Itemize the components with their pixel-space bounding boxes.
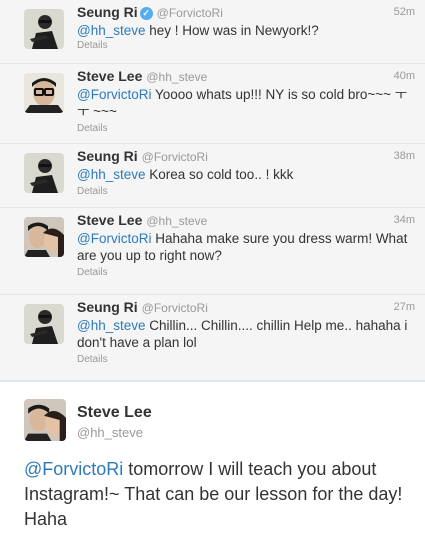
- avatar[interactable]: [24, 399, 66, 441]
- author-handle[interactable]: @hh_steve: [146, 70, 207, 84]
- author-handle[interactable]: @ForvictoRi: [157, 6, 223, 20]
- author-name[interactable]: Seung Ri ✓ @ForvictoRi: [77, 4, 223, 20]
- timestamp[interactable]: 38m: [394, 150, 415, 162]
- details-link[interactable]: Details: [77, 40, 108, 51]
- mention-link[interactable]: @hh_steve: [77, 318, 146, 333]
- tweet-text: @ForvictoRi Hahaha make sure you dress w…: [77, 230, 412, 264]
- details-link[interactable]: Details: [77, 267, 108, 278]
- author-name-label[interactable]: Steve Lee: [77, 212, 142, 228]
- tweet-text: @ForvictoRi tomorrow I will teach you ab…: [24, 457, 409, 532]
- author-name-label[interactable]: Seung Ri: [77, 148, 138, 164]
- avatar[interactable]: [24, 304, 64, 344]
- tweet-text: @ForvictoRi Yoooo whats up!!! NY is so c…: [77, 86, 412, 120]
- avatar[interactable]: [24, 217, 64, 257]
- timestamp[interactable]: 52m: [394, 6, 415, 18]
- focused-tweet[interactable]: Steve Lee @hh_steve @ForvictoRi tomorrow…: [0, 381, 425, 535]
- tweet-body: hey ! How was in Newyork!?: [145, 23, 319, 38]
- author-handle[interactable]: @hh_steve: [146, 214, 207, 228]
- verified-badge-icon: ✓: [139, 7, 153, 20]
- mention-link[interactable]: @ForvictoRi: [77, 87, 151, 102]
- author-name[interactable]: Seung Ri @ForvictoRi: [77, 299, 208, 315]
- timestamp[interactable]: 27m: [394, 301, 415, 313]
- details-link[interactable]: Details: [77, 354, 108, 365]
- tweet-text: @hh_steve Chillin... Chillin.... chillin…: [77, 317, 412, 351]
- tweet-text: @hh_steve hey ! How was in Newyork!?: [77, 22, 412, 39]
- timestamp[interactable]: 34m: [394, 214, 415, 226]
- tweet-body: Korea so cold too.. ! kkk: [145, 167, 294, 182]
- details-link[interactable]: Details: [77, 186, 108, 197]
- author-name[interactable]: Seung Ri @ForvictoRi: [77, 148, 208, 164]
- mention-link[interactable]: @hh_steve: [77, 23, 146, 38]
- avatar[interactable]: [24, 73, 64, 113]
- author-handle[interactable]: @ForvictoRi: [142, 150, 208, 164]
- mention-link[interactable]: @hh_steve: [77, 167, 146, 182]
- details-link[interactable]: Details: [77, 123, 108, 134]
- author-name-label[interactable]: Steve Lee: [77, 68, 142, 84]
- mention-link[interactable]: @ForvictoRi: [77, 231, 151, 246]
- tweet-item[interactable]: Seung Ri @ForvictoRi 27m @hh_steve Chilli…: [0, 295, 425, 381]
- author-name-label[interactable]: Seung Ri: [77, 299, 138, 315]
- tweet-item[interactable]: Seung Ri @ForvictoRi 38m @hh_steve Korea …: [0, 144, 425, 208]
- avatar[interactable]: [24, 153, 64, 193]
- avatar[interactable]: [24, 9, 64, 49]
- tweet-item[interactable]: Steve Lee @hh_steve 34m @ForvictoRi Hahah…: [0, 208, 425, 295]
- author-handle[interactable]: @hh_steve: [77, 425, 143, 440]
- mention-link[interactable]: @ForvictoRi: [24, 459, 123, 479]
- timestamp[interactable]: 40m: [394, 70, 415, 82]
- author-name-label[interactable]: Seung Ri: [77, 4, 138, 20]
- tweet-text: @hh_steve Korea so cold too.. ! kkk: [77, 166, 412, 183]
- tweet-item[interactable]: Steve Lee @hh_steve 40m @ForvictoRi Yoooo…: [0, 64, 425, 144]
- tweet-item[interactable]: Seung Ri ✓ @ForvictoRi 52m @hh_steve hey !…: [0, 0, 425, 64]
- author-name[interactable]: Steve Lee @hh_steve: [77, 212, 207, 228]
- author-name[interactable]: Steve Lee: [77, 404, 152, 422]
- author-name[interactable]: Steve Lee @hh_steve: [77, 68, 207, 84]
- author-handle[interactable]: @ForvictoRi: [142, 301, 208, 315]
